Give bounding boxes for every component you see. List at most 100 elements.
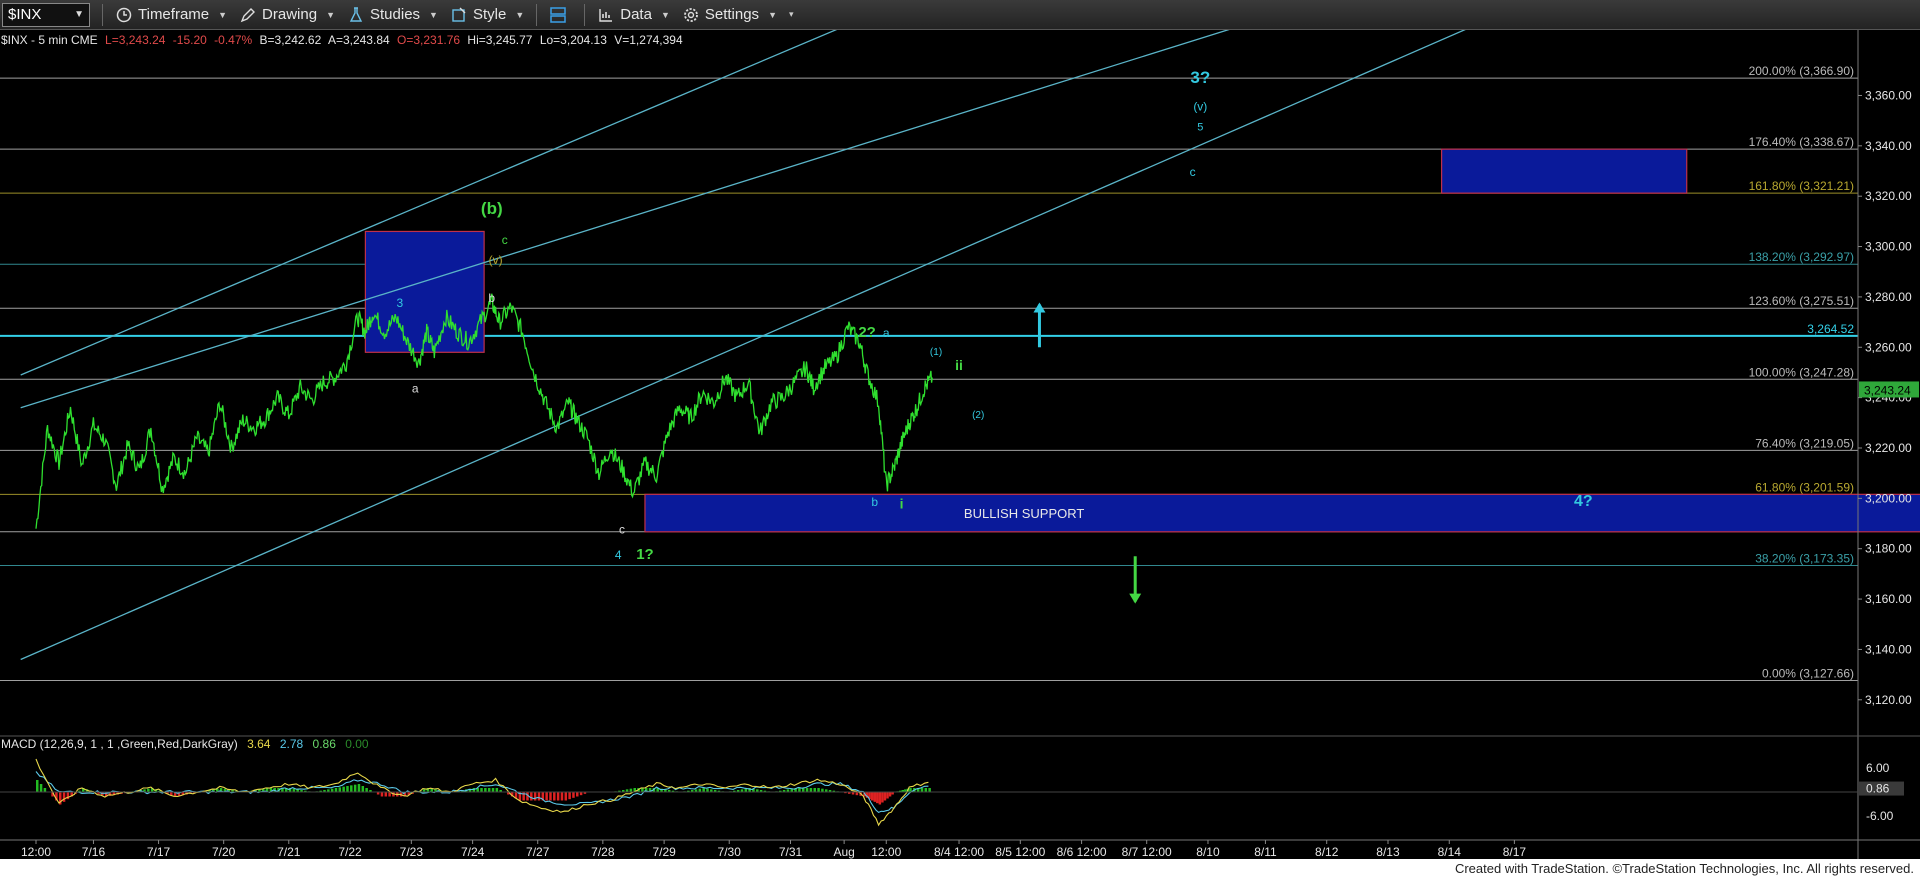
macd-histogram-bar — [533, 792, 537, 801]
y-tick-label: 3,360.00 — [1865, 88, 1912, 102]
macd-histogram-bar — [553, 792, 556, 801]
timeframe-button[interactable]: Timeframe ▼ — [115, 6, 227, 24]
price-chart[interactable]: 200.00% (3,366.90) 176.40% (3,338.67) 161.… — [0, 30, 1920, 859]
chevron-down-icon: ▼ — [660, 9, 670, 20]
change-pct-value: -0.47% — [214, 33, 252, 47]
settings-button[interactable]: Settings ▼ — [682, 6, 777, 24]
fib-label: 123.60% (3,275.51) — [1749, 294, 1854, 308]
settings-label: Settings — [704, 6, 760, 23]
wave-label: 1? — [636, 546, 654, 563]
toolbar-overflow-button[interactable]: ▾ — [789, 9, 794, 20]
chevron-down-icon: ▾ — [788, 9, 794, 19]
x-tick-label: 7/22 — [338, 845, 362, 859]
x-tick-label: 7/21 — [277, 845, 301, 859]
wave-label: b — [488, 291, 495, 305]
symbol-input[interactable]: $INX ▼ — [2, 2, 90, 27]
time-axis[interactable]: 12:00 7/16 7/17 7/20 7/21 7/22 7/23 7/24 7/27 7/2… — [0, 839, 1920, 859]
wave-labels: (b) c (v) 3 b a c 4 1? 2? a (1) ii (2) b i 3? (v) 5 4? — [397, 68, 1593, 563]
studies-label: Studies — [370, 6, 421, 23]
zone-box — [644, 493, 1920, 533]
style-icon — [450, 6, 468, 24]
macd-histogram-bar — [564, 792, 568, 801]
fib-label: 100.00% (3,247.28) — [1749, 365, 1854, 379]
wave-label: a — [412, 382, 419, 396]
x-tick-label: 7/24 — [461, 845, 485, 859]
wave-label: 4? — [1574, 493, 1593, 510]
y-tick-label: 3,340.00 — [1865, 139, 1912, 153]
last-price-label: 3,243.24 — [1864, 383, 1911, 397]
macd-histogram-bar — [537, 792, 541, 801]
style-label: Style — [472, 6, 507, 23]
wave-label: b — [871, 495, 878, 509]
fib-label: 200.00% (3,366.90) — [1749, 64, 1854, 78]
data-button[interactable]: Data ▼ — [597, 6, 670, 24]
y-tick-label: 3,180.00 — [1865, 542, 1912, 556]
wave-label: 2? — [858, 324, 876, 341]
chevron-down-icon: ▼ — [515, 9, 525, 20]
x-tick-label: 8/13 — [1376, 845, 1400, 859]
macd-axis-label: -6.00 — [1866, 809, 1894, 823]
drawing-label: Drawing — [262, 6, 318, 23]
fib-label: 76.40% (3,219.05) — [1755, 436, 1854, 450]
x-tick-label: 7/17 — [147, 845, 171, 859]
wave-label: 4 — [615, 548, 622, 562]
macd-signal-value: 2.78 — [280, 737, 304, 751]
macd-histogram-bar — [380, 792, 384, 797]
macd-histogram-bar — [888, 792, 892, 797]
wave-label: c — [619, 523, 625, 537]
wave-label: 3? — [1190, 68, 1210, 87]
open-value: O=3,231.76 — [397, 33, 460, 47]
macd-value: 3.64 — [247, 737, 271, 751]
studies-button[interactable]: Studies ▼ — [347, 6, 438, 24]
toolbar-divider — [536, 3, 538, 26]
arrows — [1033, 302, 1142, 604]
macd-histogram-bar — [560, 792, 564, 801]
chevron-down-icon[interactable]: ▼ — [74, 9, 84, 20]
macd-histogram-bar — [886, 792, 889, 799]
fib-label: 138.20% (3,292.97) — [1749, 250, 1854, 264]
price-axis[interactable]: 3,120.00 3,140.00 3,160.00 3,180.00 3,200.00… — [1857, 30, 1919, 859]
x-tick-label: 12:00 — [21, 845, 51, 859]
x-tick-label: 8/12 — [1315, 845, 1339, 859]
toolbar-divider — [584, 3, 586, 26]
wave-label: (2) — [972, 410, 984, 421]
macd-axis-label: 0.86 — [1866, 782, 1890, 796]
chevron-down-icon: ▼ — [429, 9, 438, 20]
high-value: Hi=3,245.77 — [467, 33, 532, 47]
gear-icon — [682, 6, 700, 24]
x-tick-label: 8/7 12:00 — [1122, 845, 1172, 859]
fib-label: 0.00% (3,127.66) — [1762, 666, 1854, 680]
y-tick-label: 3,260.00 — [1865, 340, 1912, 354]
chart-header: $INX - 5 min CME L=3,243.24 -15.20 -0.47… — [1, 33, 683, 47]
x-tick-label: 8/5 12:00 — [995, 845, 1045, 859]
macd-histogram-bar — [549, 792, 552, 801]
x-tick-label: 7/16 — [82, 845, 106, 859]
macd-histogram-bar — [556, 792, 560, 801]
y-tick-label: 3,140.00 — [1865, 642, 1912, 656]
layout-button[interactable] — [549, 6, 572, 24]
main-toolbar: $INX ▼ Timeframe ▼ Drawing ▼ Studies ▼ S… — [0, 0, 1920, 30]
zone-box — [1441, 148, 1688, 194]
macd-histogram-bar — [576, 792, 579, 797]
x-tick-label: 7/27 — [526, 845, 550, 859]
layout-icon — [549, 6, 567, 24]
x-tick-label: 8/4 12:00 — [934, 845, 984, 859]
x-tick-label: 7/29 — [652, 845, 676, 859]
fib-label: 176.40% (3,338.67) — [1749, 135, 1854, 149]
y-tick-label: 3,160.00 — [1865, 592, 1912, 606]
x-tick-label: 8/11 — [1254, 845, 1277, 859]
macd-histogram-bar — [883, 792, 887, 801]
wave-label: (v) — [489, 253, 503, 267]
macd-histogram-bar — [384, 792, 388, 797]
macd-histogram-bar — [545, 792, 548, 801]
macd-histogram-bar — [881, 792, 884, 803]
volume-value: V=1,274,394 — [614, 33, 683, 47]
footer-credit: Created with TradeStation. ©TradeStation… — [0, 859, 1920, 879]
macd-zero-value: 0.00 — [345, 737, 369, 751]
drawing-button[interactable]: Drawing ▼ — [239, 6, 335, 24]
style-button[interactable]: Style ▼ — [450, 6, 524, 24]
chevron-down-icon: ▼ — [218, 9, 228, 20]
macd-histogram-bar — [873, 792, 876, 802]
x-tick-label: 8/14 — [1438, 845, 1462, 859]
x-tick-label: 8/17 — [1503, 845, 1527, 859]
